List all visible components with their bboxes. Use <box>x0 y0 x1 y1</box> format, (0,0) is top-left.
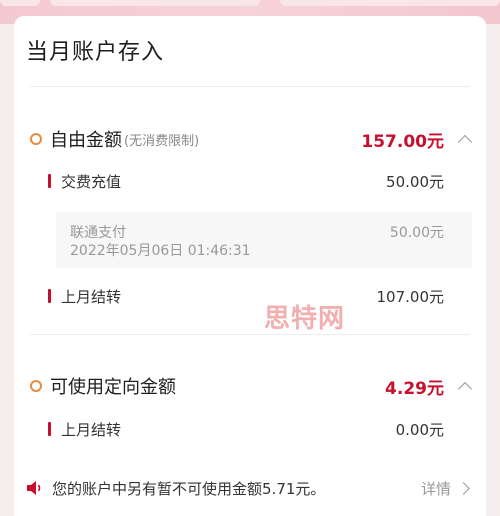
payment-time: 2022年05月06日 01:46:31 <box>70 243 251 259</box>
free-amount-value: 157.00元 <box>361 131 444 152</box>
page-title: 当月账户存入 <box>26 40 165 65</box>
free-amount-note: (无消费限制) <box>124 133 200 149</box>
recharge-label: 交费充值 <box>61 172 122 191</box>
directed-amount-header[interactable]: 可使用定向金额 4.29元 <box>30 371 474 401</box>
recharge-amount: 50.00元 <box>386 172 444 191</box>
chevron-right-icon <box>457 481 470 495</box>
chevron-up-icon[interactable] <box>457 134 473 150</box>
payment-amount: 50.00元 <box>389 225 444 241</box>
list-item-recharge: 交费充值 50.00元 <box>48 169 444 193</box>
watermark-logo: 思特网 <box>264 304 346 334</box>
carryover-label: 上月结转 <box>61 287 122 306</box>
details-link[interactable]: 详情 <box>421 478 474 499</box>
section-divider <box>30 334 470 335</box>
header-tab-right <box>280 0 500 6</box>
free-amount-label: 自由金额 <box>50 130 122 151</box>
details-link-label: 详情 <box>420 479 451 498</box>
notice-text: 您的账户中另有暂不可使用金额5.71元。 <box>52 479 326 498</box>
carryover-amount: 107.00元 <box>376 287 445 306</box>
directed-amount-value: 4.29元 <box>385 378 444 399</box>
directed-carryover-label: 上月结转 <box>61 420 122 439</box>
payment-detail: 联通支付 2022年05月06日 01:46:31 50.00元 <box>56 212 472 268</box>
red-bar-icon <box>48 289 51 303</box>
directed-carryover-amount: 0.00元 <box>395 420 444 439</box>
list-item-directed-carryover: 上月结转 0.00元 <box>48 417 444 441</box>
speaker-icon <box>27 481 41 495</box>
circle-ring-icon <box>30 133 42 145</box>
list-item-carryover: 上月结转 107.00元 <box>48 284 444 308</box>
payment-method: 联通支付 <box>70 225 126 241</box>
chevron-up-icon[interactable] <box>457 381 473 397</box>
directed-amount-label: 可使用定向金额 <box>50 377 176 398</box>
title-divider <box>30 86 470 87</box>
red-bar-icon <box>48 174 51 188</box>
header-tab-center <box>50 0 260 6</box>
header-tab-left <box>0 0 40 6</box>
free-amount-header[interactable]: 自由金额 (无消费限制) 157.00元 <box>30 124 474 154</box>
unavailable-notice: 您的账户中另有暂不可使用金额5.71元。 详情 <box>26 476 474 500</box>
circle-ring-icon <box>30 380 42 392</box>
red-bar-icon <box>48 422 51 436</box>
